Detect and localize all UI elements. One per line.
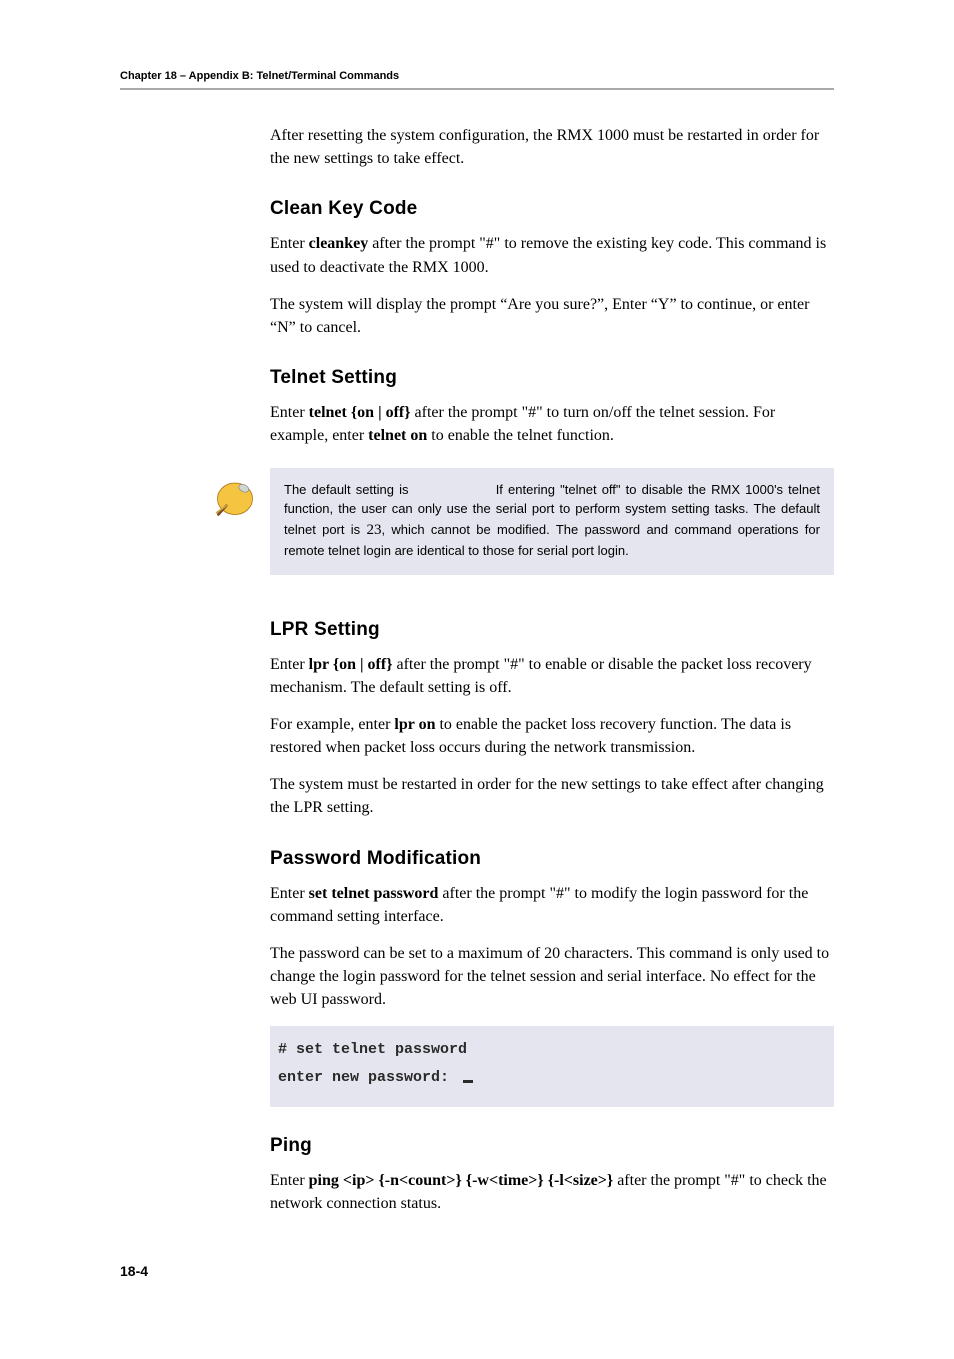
heading-ping: Ping [270,1135,834,1157]
heading-clean-key: Clean Key Code [270,198,834,220]
telnet-p1: Enter telnet {on | off} after the prompt… [270,401,834,447]
note-block-telnet: The default setting is If entering "teln… [210,468,834,575]
password-p2: The password can be set to a maximum of … [270,942,834,1012]
clean-key-p1: Enter cleankey after the prompt "#" to r… [270,232,834,278]
text: Enter [270,235,309,252]
text: Enter [270,656,309,673]
header-rule [120,88,834,90]
lpr-p1: Enter lpr {on | off} after the prompt "#… [270,653,834,699]
cmd-telnet-on: telnet on [368,427,427,444]
text: Enter [270,885,309,902]
cursor-icon [463,1080,473,1083]
text: Enter [270,404,309,421]
note-port: 23 [366,522,381,538]
cmd-lpr-on: lpr on [394,716,435,733]
intro-paragraph: After resetting the system configuration… [270,124,834,170]
note-box: The default setting is If entering "teln… [270,468,834,575]
running-head: Chapter 18 – Appendix B: Telnet/Terminal… [120,70,834,82]
terminal-line-1: # set telnet password [278,1036,826,1065]
cmd-cleankey: cleankey [309,235,369,252]
password-p1: Enter set telnet password after the prom… [270,882,834,928]
cmd-ping: ping <ip> {-n<count>} {-w<time>} {-l<siz… [309,1172,614,1189]
cmd-telnet: telnet {on | off} [309,404,411,421]
note-text-a: The default setting is [284,482,409,497]
note-icon [214,476,256,518]
cmd-set-telnet-password: set telnet password [309,885,439,902]
ping-p1: Enter ping <ip> {-n<count>} {-w<time>} {… [270,1169,834,1215]
heading-password: Password Modification [270,848,834,870]
lpr-p3: The system must be restarted in order fo… [270,773,834,819]
text: For example, enter [270,716,394,733]
page-number: 18-4 [120,1263,834,1279]
clean-key-p2: The system will display the prompt “Are … [270,293,834,339]
terminal-output: # set telnet password enter new password… [270,1026,834,1107]
text: to enable the telnet function. [427,427,614,444]
heading-telnet: Telnet Setting [270,367,834,389]
lpr-p2: For example, enter lpr on to enable the … [270,713,834,759]
cmd-lpr: lpr {on | off} [309,656,393,673]
terminal-line-2-text: enter new password: [278,1069,449,1086]
text: Enter [270,1172,309,1189]
heading-lpr: LPR Setting [270,619,834,641]
terminal-line-2: enter new password: [278,1064,826,1093]
